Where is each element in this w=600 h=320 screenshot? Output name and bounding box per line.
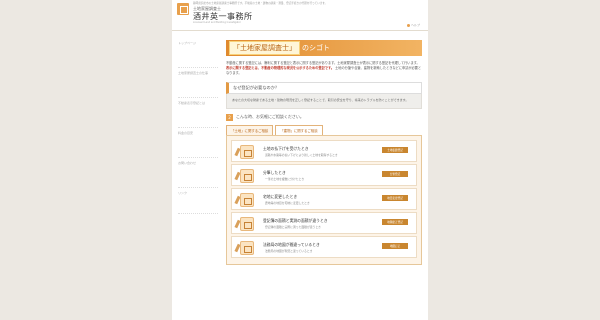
sidebar-item-label: 土地家屋調査士の仕事 bbox=[178, 71, 209, 75]
header-divider bbox=[172, 30, 428, 31]
registration-type-badge[interactable]: 分筆登記 bbox=[382, 170, 408, 177]
office-english-name: Licensed Land and Building Investigator bbox=[193, 21, 241, 24]
section-heading: なぜ登記が必要なのか？ bbox=[226, 82, 422, 94]
consult-tabs: 「土地」に関するご相談 「建物」に関するご相談 bbox=[226, 124, 422, 135]
site-header: 静岡県浜松市の土地家屋調査士事務所です。不動産の土地・建物の調査・測量、登記手続… bbox=[172, 0, 428, 30]
survey-plan-icon bbox=[240, 216, 254, 231]
sidebar-item-label: トップページ bbox=[178, 41, 196, 45]
consult-heading: 2 こんな時、お気軽にご相談ください。 bbox=[226, 113, 422, 121]
registration-type-badge[interactable]: 土地表題登記 bbox=[382, 146, 408, 153]
sidebar-item-top[interactable]: トップページ bbox=[178, 38, 218, 68]
intro-emphasis: 表示に関する登記とは、不動産の物理的な現況を公示するための登記です。 bbox=[226, 66, 335, 70]
card-title: 法務局の地図が間違っているとき bbox=[263, 241, 320, 247]
office-logo-icon[interactable] bbox=[177, 3, 189, 15]
card-title: 土地の払下げを受けたとき bbox=[263, 145, 309, 151]
card-description: 農地等の地目を宅地に変更したとき bbox=[265, 200, 310, 205]
help-label: ヘルプ bbox=[410, 23, 420, 27]
land-plot-icon bbox=[240, 144, 254, 159]
intro-paragraph: 不動産に関する登記には、権利に関する登記と表示に関する登記があります。土地家屋調… bbox=[226, 61, 420, 65]
page-title-rest: のシゴト bbox=[302, 44, 330, 52]
card-description: 一筆の土地を複数に分けたとき bbox=[265, 176, 305, 181]
card-title: 宅地に変更したとき bbox=[263, 193, 298, 199]
intro-text: 不動産に関する登記には、権利に関する登記と表示に関する登記があります。土地家屋調… bbox=[226, 61, 422, 76]
card-description: 法務局の地図が現況と違っているとき bbox=[265, 248, 313, 253]
header-tagline: 静岡県浜松市の土地家屋調査士事務所です。不動産の土地・建物の調査・測量、登記手続… bbox=[193, 2, 328, 5]
card-description: 登記簿の面積と実際に測った面積が違うとき bbox=[265, 224, 321, 229]
main-content: 「土地家屋調査士」 のシゴト 不動産に関する登記には、権利に関する登記と表示に関… bbox=[226, 40, 422, 265]
help-link[interactable]: ヘルプ bbox=[406, 23, 420, 27]
card-description: 道路や水路等の払い下げにより新しく土地を取得するとき bbox=[265, 152, 338, 157]
consult-card[interactable]: 登記簿の面積と実測の面積が違うとき 登記簿の面積と実際に測った面積が違うとき 地… bbox=[231, 211, 417, 234]
consult-card[interactable]: 宅地に変更したとき 農地等の地目を宅地に変更したとき 地目変更登記 bbox=[231, 187, 417, 210]
registration-type-badge[interactable]: 地目変更登記 bbox=[382, 194, 408, 201]
help-icon bbox=[406, 23, 410, 27]
consult-card[interactable]: 法務局の地図が間違っているとき 法務局の地図が現況と違っているとき 地図訂正 bbox=[231, 235, 417, 258]
page-title: 「土地家屋調査士」 のシゴト bbox=[226, 40, 422, 56]
registration-type-badge[interactable]: 地積更正登記 bbox=[382, 218, 408, 225]
sidebar-item-registration[interactable]: 不動産表示登記とは bbox=[178, 98, 218, 128]
sidebar-item-contact[interactable]: お問い合わせ bbox=[178, 158, 218, 188]
sidebar-nav: トップページ 土地家屋調査士の仕事 不動産表示登記とは 料金の目安 お問い合わせ… bbox=[178, 38, 218, 214]
sidebar-item-label: お問い合わせ bbox=[178, 161, 197, 165]
card-title: 登記簿の面積と実測の面積が違うとき bbox=[263, 217, 328, 223]
tab-land[interactable]: 「土地」に関するご相談 bbox=[226, 124, 274, 135]
section-body: あなたの大切な財産である土地・建物の現況を正しく登記することで、取引の安全を守り… bbox=[226, 94, 422, 109]
sidebar-item-label: 料金の目安 bbox=[178, 131, 194, 135]
consult-heading-text: こんな時、お気軽にご相談ください。 bbox=[236, 114, 304, 120]
sidebar-item-label: 不動産表示登記とは bbox=[178, 101, 206, 105]
map-icon bbox=[240, 240, 254, 255]
step-number-badge: 2 bbox=[226, 113, 233, 121]
sidebar-item-links[interactable]: リンク bbox=[178, 188, 218, 214]
tab-building[interactable]: 「建物」に関するご相談 bbox=[275, 124, 323, 135]
sidebar-item-work[interactable]: 土地家屋調査士の仕事 bbox=[178, 68, 218, 98]
consult-card[interactable]: 土地の払下げを受けたとき 道路や水路等の払い下げにより新しく土地を取得するとき … bbox=[231, 139, 417, 162]
page-title-highlight: 「土地家屋調査士」 bbox=[229, 41, 300, 55]
page-container: 静岡県浜松市の土地家屋調査士事務所です。不動産の土地・建物の調査・測量、登記手続… bbox=[172, 0, 428, 320]
sidebar-item-label: リンク bbox=[178, 191, 188, 195]
card-title: 分筆したとき bbox=[263, 169, 286, 175]
sidebar-item-fees[interactable]: 料金の目安 bbox=[178, 128, 218, 158]
subdivision-icon bbox=[240, 168, 254, 183]
consult-panel: 土地の払下げを受けたとき 道路や水路等の払い下げにより新しく土地を取得するとき … bbox=[226, 134, 422, 265]
house-lot-icon bbox=[240, 192, 254, 207]
consult-card[interactable]: 分筆したとき 一筆の土地を複数に分けたとき 分筆登記 bbox=[231, 163, 417, 186]
registration-type-badge[interactable]: 地図訂正 bbox=[382, 242, 408, 249]
